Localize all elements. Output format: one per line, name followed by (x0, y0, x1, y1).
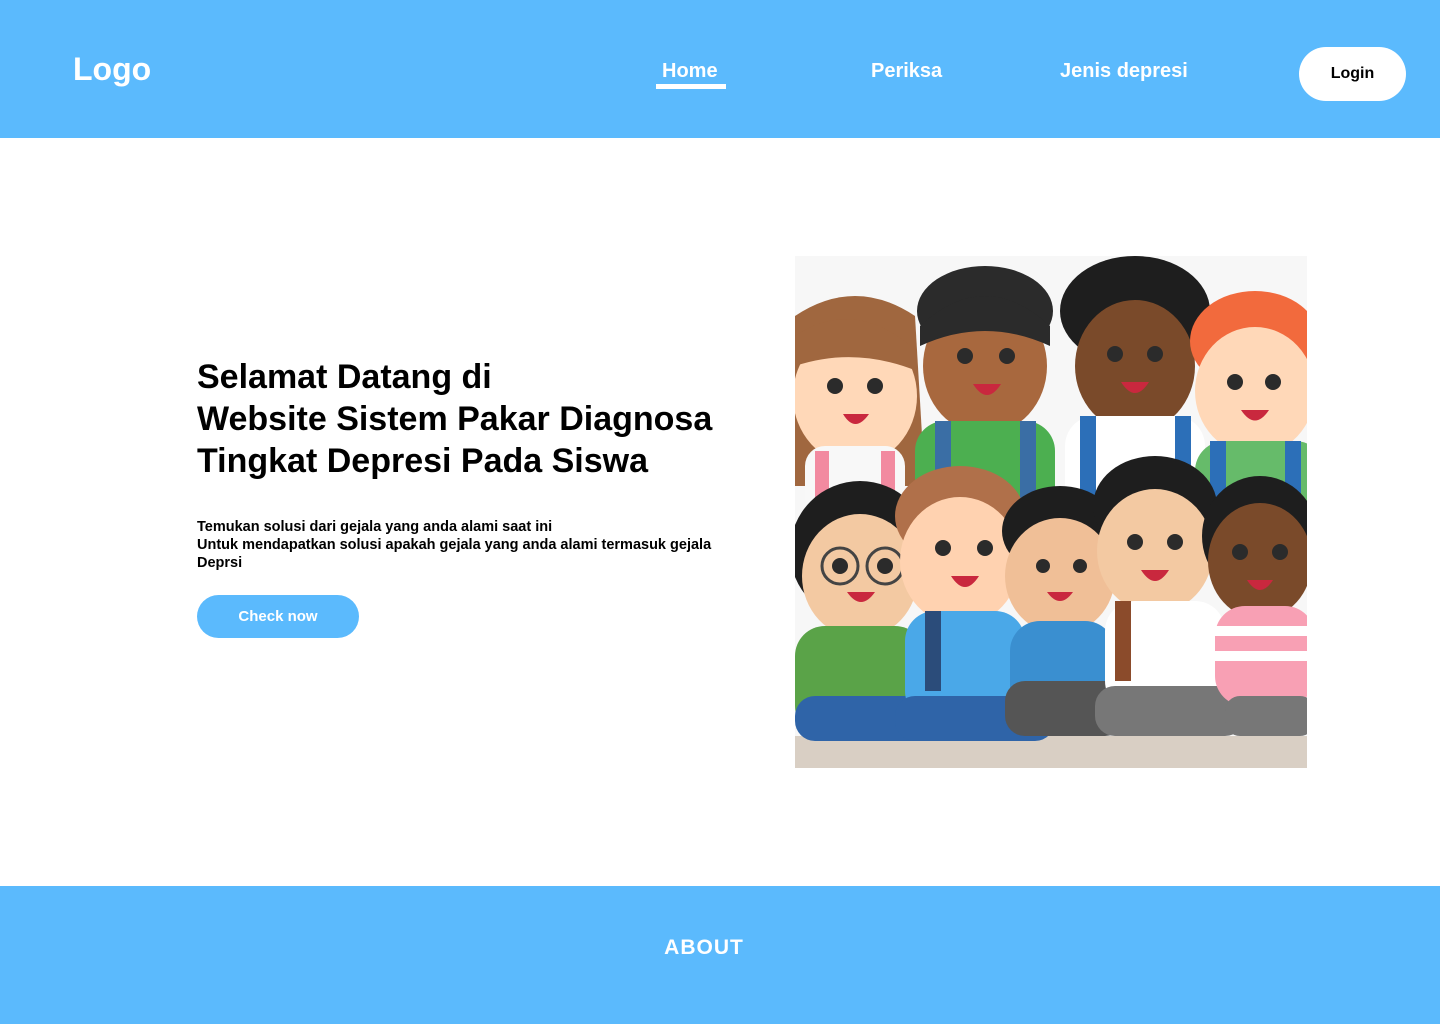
hero-title-line: Selamat Datang di (197, 358, 492, 396)
hero-title-line: Tingkat Depresi Pada Siswa (197, 442, 648, 480)
nav-home[interactable]: Home (662, 58, 718, 84)
login-button[interactable]: Login (1299, 47, 1406, 101)
nav-jenis-depresi[interactable]: Jenis depresi (1060, 58, 1188, 84)
logo[interactable]: Logo (73, 50, 151, 88)
check-now-button[interactable]: Check now (197, 595, 359, 638)
students-illustration-graphic (795, 256, 1307, 768)
top-navbar: Logo Home Periksa Jenis depresi Login (0, 0, 1440, 138)
nav-periksa[interactable]: Periksa (871, 58, 942, 84)
hero-description: Temukan solusi dari gejala yang anda ala… (197, 518, 742, 572)
nav-active-indicator (656, 84, 726, 89)
about-link[interactable]: ABOUT (0, 936, 1408, 960)
hero-description-line: Temukan solusi dari gejala yang anda ala… (197, 519, 553, 535)
hero-description-line: Untuk mendapatkan solusi apakah gejala y… (197, 537, 712, 571)
hero-title-line: Website Sistem Pakar Diagnosa (197, 400, 713, 438)
hero-title: Selamat Datang di Website Sistem Pakar D… (197, 356, 712, 482)
students-illustration (795, 256, 1307, 768)
